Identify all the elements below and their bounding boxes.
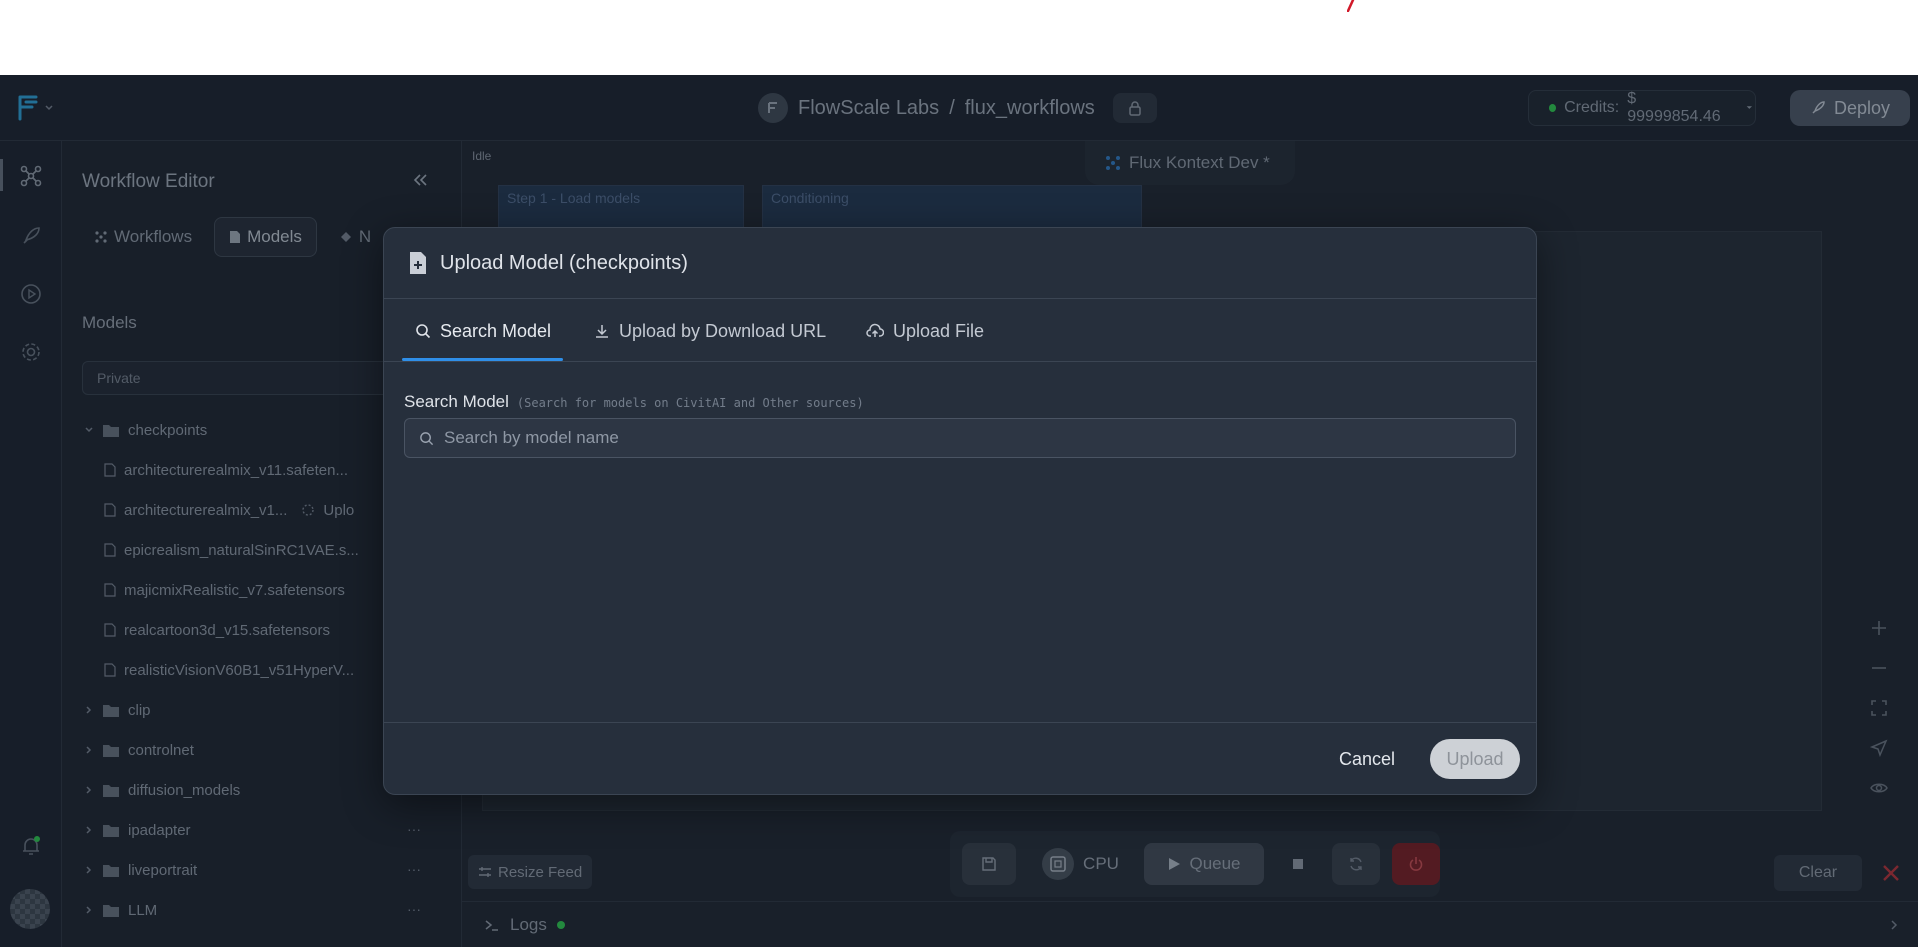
- tab-search-model[interactable]: Search Model: [415, 300, 551, 362]
- dialog-header: Upload Model (checkpoints): [384, 228, 1536, 299]
- cloud-upload-icon: [866, 323, 884, 337]
- field-label-text: Search Model: [404, 392, 509, 411]
- cancel-button[interactable]: Cancel: [1330, 739, 1404, 779]
- tab-upload-url-label: Upload by Download URL: [619, 320, 827, 341]
- screen: FlowScale Labs / flux_workflows Credits:…: [0, 0, 1918, 947]
- upload-model-dialog: Upload Model (checkpoints) Search Model …: [383, 227, 1537, 795]
- tab-upload-url[interactable]: Upload by Download URL: [594, 300, 826, 362]
- model-search-input[interactable]: [444, 419, 1515, 457]
- tab-upload-file-label: Upload File: [893, 320, 985, 341]
- tab-upload-file[interactable]: Upload File: [866, 300, 984, 362]
- model-search-box[interactable]: [404, 418, 1516, 458]
- download-icon: [596, 325, 608, 338]
- file-plus-icon: [410, 252, 426, 274]
- browser-top-area: [0, 0, 1918, 75]
- dialog-footer: Cancel Upload: [384, 722, 1536, 794]
- upload-button[interactable]: Upload: [1430, 739, 1520, 779]
- tab-search-model-label: Search Model: [440, 320, 552, 341]
- upload-method-tabs: Search Model Upload by Download URL Uplo…: [384, 300, 1536, 362]
- cursor-mark-icon: [1347, 0, 1355, 12]
- search-icon: [416, 324, 431, 339]
- active-tab-indicator: [402, 358, 563, 361]
- field-hint-text: (Search for models on CivitAI and Other …: [516, 396, 864, 410]
- dialog-title: Upload Model (checkpoints): [440, 251, 688, 274]
- search-icon: [420, 431, 434, 445]
- search-model-field-label: Search Model (Search for models on Civit…: [404, 392, 864, 412]
